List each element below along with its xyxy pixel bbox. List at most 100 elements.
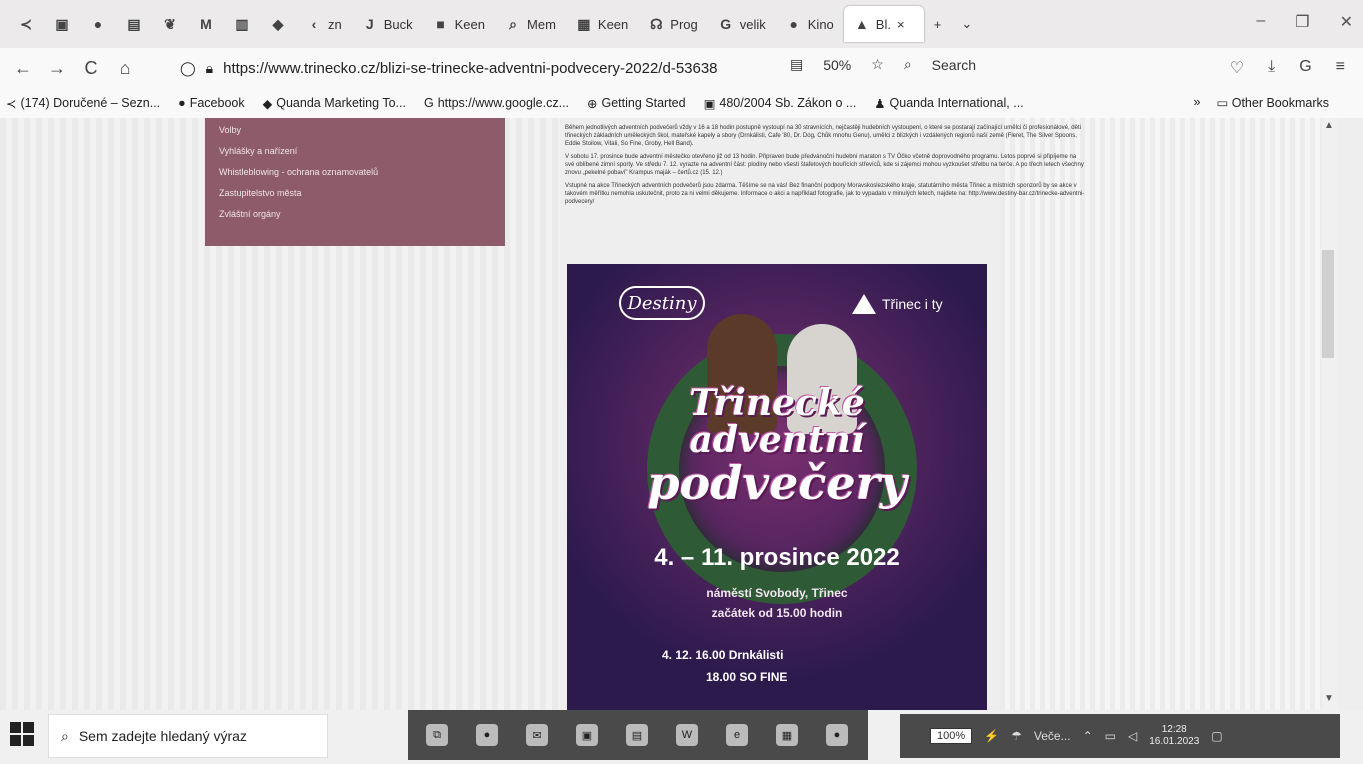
- taskbar: ⌕ Sem zadejte hledaný výraz ⧉ ● ✉ ▣ ▤ W …: [0, 710, 1363, 764]
- minimize-button[interactable]: –: [1256, 12, 1265, 32]
- close-button[interactable]: ✕: [1340, 12, 1353, 32]
- taskbar-search-placeholder: Sem zadejte hledaný výraz: [78, 728, 247, 744]
- tab-close-button[interactable]: ×: [897, 17, 905, 32]
- bookmark-quanda-marketing[interactable]: ◆ Quanda Marketing To...: [263, 96, 406, 111]
- tab-8[interactable]: ‹ zn: [296, 6, 352, 42]
- tab-12[interactable]: ▦ Keen: [566, 6, 638, 42]
- tab-label: velik: [739, 16, 766, 32]
- word-icon[interactable]: W: [676, 724, 698, 746]
- firefox-icon[interactable]: ●: [476, 724, 498, 746]
- home-button[interactable]: ⌂: [108, 58, 142, 79]
- side-menu-item[interactable]: Zvláštní orgány: [219, 204, 491, 225]
- bookmark-quanda-international[interactable]: ♟ Quanda International, ...: [874, 96, 1023, 111]
- task-view-icon[interactable]: ⧉: [426, 724, 448, 746]
- shield-icon: ◯: [180, 59, 196, 76]
- chevron-up-icon[interactable]: ⌃: [1083, 729, 1093, 743]
- bookmark-getting-started[interactable]: ⊕ Getting Started: [587, 96, 686, 111]
- trinec-logo-text: Třinec i ty: [882, 296, 943, 312]
- folder-icon: ▭: [1216, 96, 1232, 110]
- scrollbar-thumb[interactable]: [1322, 250, 1334, 358]
- download-icon[interactable]: ⤓: [1268, 58, 1275, 78]
- weather-text[interactable]: Veče...: [1034, 729, 1071, 743]
- volume-icon[interactable]: ◁: [1128, 729, 1137, 743]
- tab-7[interactable]: ◆: [260, 6, 296, 42]
- menu-icon[interactable]: ≡: [1336, 58, 1345, 78]
- poster-title-line: podvečery: [647, 456, 907, 510]
- quanda-icon: ◆: [262, 96, 273, 111]
- mail-icon[interactable]: ✉: [526, 724, 548, 746]
- tab-13[interactable]: ☊ Prog: [638, 6, 707, 42]
- tab-label: Bl.: [875, 16, 891, 32]
- excel-icon[interactable]: ▦: [776, 724, 798, 746]
- restore-button[interactable]: ❐: [1295, 12, 1309, 32]
- quanda-icon: ♟: [874, 96, 886, 111]
- bookmark-label: Quanda International, ...: [889, 96, 1024, 110]
- scroll-up-icon[interactable]: ▲: [1324, 120, 1334, 131]
- plus-icon: +: [933, 16, 942, 32]
- quanda-icon: ◆: [272, 15, 284, 32]
- tab-11[interactable]: ⌕ Mem: [495, 6, 566, 42]
- store-icon[interactable]: ▣: [576, 724, 598, 746]
- new-tab-button[interactable]: +: [924, 6, 952, 42]
- tab-4[interactable]: ❦: [152, 6, 188, 42]
- grammarly-icon[interactable]: G: [1299, 58, 1311, 78]
- scroll-down-icon[interactable]: ▼: [1324, 693, 1334, 704]
- poster-title-line: Třinecké: [689, 382, 865, 424]
- tab-10[interactable]: ■ Keen: [423, 6, 495, 42]
- search-field[interactable]: Search: [932, 57, 976, 73]
- clock[interactable]: 12:28 16.01.2023: [1149, 724, 1199, 748]
- reload-button[interactable]: C: [74, 58, 108, 79]
- tab-label: Buck: [383, 16, 413, 32]
- tab-1[interactable]: ▣: [44, 6, 80, 42]
- taskbar-search[interactable]: ⌕ Sem zadejte hledaný výraz: [48, 714, 328, 758]
- notification-icon[interactable]: ▢: [1211, 729, 1222, 743]
- windows-start-icon[interactable]: [10, 722, 34, 746]
- gmail-icon: M: [200, 16, 212, 32]
- pocket-icon[interactable]: ♡: [1230, 58, 1244, 78]
- bookmark-seznam[interactable]: ≺ (174) Doručené – Sezn...: [6, 96, 160, 111]
- app-icon: ▥: [235, 15, 249, 32]
- file-explorer-icon[interactable]: ▤: [626, 724, 648, 746]
- buck-icon: J: [365, 16, 374, 32]
- side-menu-item[interactable]: Vyhlášky a nařízení: [219, 141, 491, 162]
- list-tabs-button[interactable]: ⌄: [951, 6, 982, 42]
- bookmark-facebook[interactable]: ● Facebook: [178, 96, 244, 110]
- side-menu-item[interactable]: Volby: [219, 120, 491, 141]
- search-icon: ⌕: [903, 56, 912, 72]
- edge-icon[interactable]: e: [726, 724, 748, 746]
- tab-3[interactable]: ▤: [116, 6, 152, 42]
- back-button[interactable]: ←: [6, 58, 40, 79]
- page-scrollbar[interactable]: ▲ ▼: [1322, 118, 1338, 710]
- firefox-icon[interactable]: ●: [826, 724, 848, 746]
- forward-button[interactable]: →: [40, 58, 74, 79]
- tab-15[interactable]: ● Kino: [776, 6, 844, 42]
- other-bookmarks[interactable]: ▭ Other Bookmarks: [1216, 95, 1329, 110]
- tab-2[interactable]: ●: [80, 6, 116, 42]
- bookmark-google[interactable]: Ghttps://www.google.cz...: [424, 96, 569, 110]
- star-icon[interactable]: ☆: [871, 56, 884, 73]
- url-text[interactable]: https://www.trinecko.cz/blizi-se-trineck…: [223, 60, 717, 77]
- bookmark-label: 480/2004 Sb. Zákon o ...: [719, 96, 857, 110]
- side-menu-item[interactable]: Zastupitelstvo města: [219, 183, 491, 204]
- tab-6[interactable]: ▥: [224, 6, 260, 42]
- tab-back[interactable]: ≺: [8, 6, 44, 42]
- tab-14[interactable]: Gvelik: [708, 6, 776, 42]
- more-bookmarks-button[interactable]: »: [1193, 95, 1200, 110]
- side-menu-item[interactable]: Whistleblowing - ochrana oznamovatelů: [219, 162, 491, 183]
- zakon-icon: ▣: [703, 96, 716, 111]
- keen-icon: ■: [436, 16, 445, 32]
- tab-5[interactable]: M: [188, 6, 224, 42]
- url-bar-actions: ▤ 50% ☆ ⌕ Search: [790, 56, 976, 73]
- lock-icon: 🔒︎: [205, 59, 214, 76]
- battery-indicator[interactable]: 100%: [930, 728, 973, 744]
- chevron-down-icon: ⌄: [961, 16, 973, 31]
- bookmark-zakon[interactable]: ▣ 480/2004 Sb. Zákon o ...: [704, 96, 857, 111]
- tab-9[interactable]: J Buck: [352, 6, 423, 42]
- tab-active[interactable]: ▲ Bl. ×: [843, 6, 924, 42]
- poster-program-item: 18.00 SO FINE: [706, 670, 788, 684]
- bookmarks-right: » ▭ Other Bookmarks: [1193, 95, 1329, 110]
- zoom-level[interactable]: 50%: [823, 57, 851, 73]
- reader-view-icon[interactable]: ▤: [790, 56, 803, 73]
- network-icon[interactable]: ▭: [1105, 729, 1116, 743]
- bookmark-label: Getting Started: [601, 96, 686, 110]
